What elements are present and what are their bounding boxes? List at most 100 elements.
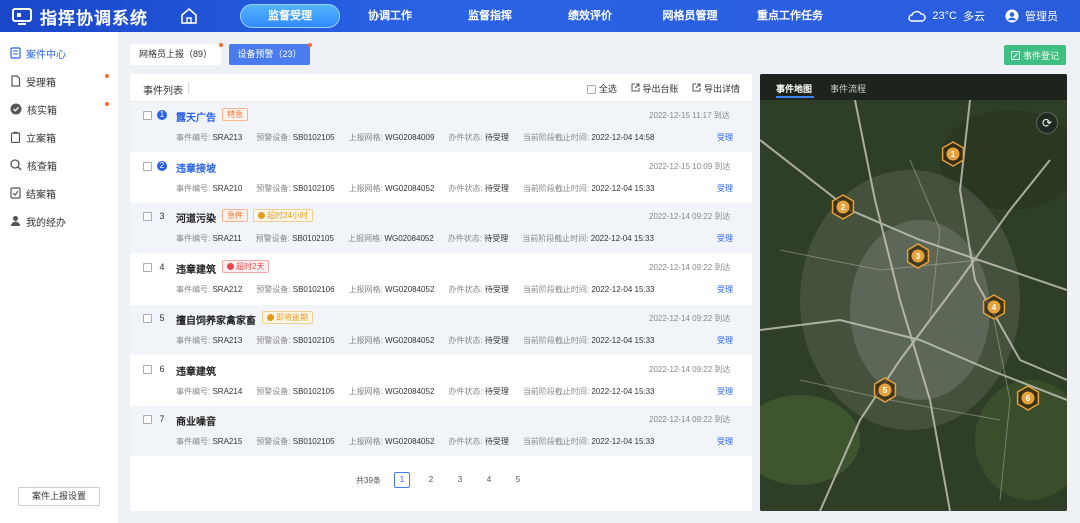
notification-dot xyxy=(308,43,313,47)
report-settings-button[interactable]: 案件上报设置 xyxy=(18,487,100,506)
table-row[interactable]: 3 河道污染 急件 超时24小时 2022-12-14 09:22 到达 事件编号: SR… xyxy=(130,203,752,254)
row-checkbox[interactable] xyxy=(143,161,152,171)
accept-link[interactable]: 受理 xyxy=(717,335,733,346)
event-code: SRA212 xyxy=(212,285,243,295)
row-number: 4 xyxy=(159,262,165,273)
register-label: 事件登记 xyxy=(1022,50,1059,61)
sidebar-item-filing-box[interactable]: 立案箱 xyxy=(0,123,118,151)
accept-link[interactable]: 受理 xyxy=(717,386,733,397)
notification-dot xyxy=(105,102,109,106)
grid-label: 上报网格: xyxy=(348,133,383,142)
nav-coordination[interactable]: 协调工作 xyxy=(340,0,440,32)
code-label: 事件编号: xyxy=(176,386,211,396)
table-row[interactable]: 5 擅自饲养家禽家畜 即将逾期 2022-12-14 09:22 到达 事件编号: SR… xyxy=(130,304,752,355)
page-2[interactable]: 2 xyxy=(423,472,439,488)
satellite-map[interactable]: 1 2 3 4 5 6 xyxy=(760,100,1067,511)
event-title[interactable]: 商业噪音 xyxy=(176,413,216,428)
tab-device-warning[interactable]: 设备预警（23） xyxy=(229,43,313,65)
map-marker[interactable]: 2 xyxy=(831,194,855,220)
accept-link[interactable]: 受理 xyxy=(717,284,733,295)
tab-event-flow[interactable]: 事件流程 xyxy=(830,82,866,95)
table-row[interactable]: 6 违章建筑 2022-12-14 09:22 到达 事件编号: SRA214 预警设备… xyxy=(130,356,752,406)
user-name[interactable]: 管理员 xyxy=(1025,8,1058,24)
accept-link[interactable]: 受理 xyxy=(717,233,733,244)
page-1[interactable]: 1 xyxy=(393,472,410,488)
sidebar-item-review-box[interactable]: 核查箱 xyxy=(0,151,118,179)
event-title[interactable]: 露天广告 xyxy=(176,109,216,124)
deadline-label: 当前阶段截止时间: xyxy=(522,285,590,295)
event-title[interactable]: 违章建筑 xyxy=(176,363,216,378)
device-label: 预警设备: xyxy=(256,285,291,295)
refresh-map-button[interactable]: ⟳ xyxy=(1036,112,1058,134)
map-marker[interactable]: 4 xyxy=(982,294,1006,320)
table-row[interactable]: 2 违章接坡 2022-12-15 10:09 到达 事件编号: SRA210 预警设备… xyxy=(130,153,752,203)
tab-grid-report[interactable]: 网格员上报（89） xyxy=(130,43,224,65)
grid-label: 上报网格: xyxy=(348,386,383,396)
event-title[interactable]: 违章建筑 xyxy=(176,261,216,276)
map-tabs: 事件地图 事件流程 xyxy=(760,74,1067,100)
map-marker[interactable]: 3 xyxy=(906,243,930,269)
sidebar-item-accept-box[interactable]: 受理箱 xyxy=(0,67,118,95)
table-row[interactable]: 7 商业噪音 2022-12-14 09:22 到达 事件编号: SRA215 预警设备… xyxy=(130,406,752,457)
tab-event-map[interactable]: 事件地图 xyxy=(776,82,812,95)
sidebar-item-case-center[interactable]: 案件中心 xyxy=(0,39,118,67)
sidebar-item-my-handled[interactable]: 我的经办 xyxy=(0,207,118,235)
clock-icon xyxy=(267,313,274,321)
pagination: 共39条 1 2 3 4 5 xyxy=(130,472,752,488)
nav-command[interactable]: 监督指挥 xyxy=(440,0,540,32)
home-icon[interactable] xyxy=(180,7,198,25)
event-badges: 特急 xyxy=(222,108,248,121)
export-ledger-button[interactable]: 导出台账 xyxy=(631,82,678,95)
user-avatar-icon[interactable] xyxy=(1005,9,1019,23)
status-value: 待受理 xyxy=(484,386,509,396)
row-checkbox[interactable] xyxy=(143,415,152,425)
list-title: 事件列表 xyxy=(143,86,183,97)
page-3[interactable]: 3 xyxy=(452,472,468,488)
event-title[interactable]: 河道污染 xyxy=(176,210,216,225)
accept-link[interactable]: 受理 xyxy=(717,183,733,194)
accept-link[interactable]: 受理 xyxy=(717,436,733,447)
map-marker[interactable]: 5 xyxy=(873,377,897,403)
register-event-button[interactable]: 事件登记 xyxy=(1004,45,1066,65)
sidebar-item-verify-box[interactable]: 核实箱 xyxy=(0,95,118,123)
event-code: SRA215 xyxy=(212,437,243,447)
select-all-checkbox[interactable] xyxy=(587,85,597,95)
map-marker[interactable]: 1 xyxy=(941,141,965,167)
weather-temp: 23°C xyxy=(932,10,957,22)
nav-performance[interactable]: 绩效评价 xyxy=(540,0,640,32)
check-circle-icon xyxy=(10,103,22,115)
table-row[interactable]: 1 露天广告 特急 2022-12-15 11:17 到达 事件编号: SRA213 预警… xyxy=(130,102,752,152)
sidebar-item-close-box[interactable]: 结案箱 xyxy=(0,179,118,207)
status-label: 办件状态: xyxy=(447,234,483,244)
arrival-time: 2022-12-14 09:22 到达 xyxy=(649,212,731,222)
nav-supervise-accept[interactable]: 监督受理 xyxy=(240,4,340,28)
accept-link[interactable]: 受理 xyxy=(717,132,733,143)
export-detail-button[interactable]: 导出详情 xyxy=(692,82,740,95)
status-badge: 急件 xyxy=(222,209,248,223)
map-marker[interactable]: 6 xyxy=(1016,385,1040,411)
grid-label: 上报网格: xyxy=(348,285,383,295)
event-meta: 事件编号: SRA213 预警设备: SB0102105 上报网格: WG02084… xyxy=(176,132,669,143)
nav-grid-staff[interactable]: 网格员管理 xyxy=(640,0,740,32)
select-all[interactable]: 全选 xyxy=(587,82,617,95)
device-code: SB0102105 xyxy=(292,234,334,244)
row-checkbox[interactable] xyxy=(143,111,152,120)
row-checkbox[interactable] xyxy=(143,364,152,374)
device-label: 预警设备: xyxy=(256,133,291,142)
status-value: 待受理 xyxy=(484,183,509,193)
row-checkbox[interactable] xyxy=(143,212,152,222)
page-5[interactable]: 5 xyxy=(510,472,526,488)
event-title[interactable]: 违章接坡 xyxy=(176,160,216,175)
row-checkbox[interactable] xyxy=(143,263,152,273)
row-number: 6 xyxy=(159,363,165,374)
status-label: 办件状态: xyxy=(448,437,483,447)
event-title[interactable]: 擅自饲养家禽家畜 xyxy=(176,312,256,327)
row-checkbox[interactable] xyxy=(143,313,152,323)
table-row[interactable]: 4 违章建筑 超时2天 2022-12-14 09:22 到达 事件编号: SRA212… xyxy=(130,254,752,304)
page-4[interactable]: 4 xyxy=(481,472,497,488)
nav-key-tasks[interactable]: 重点工作任务 xyxy=(740,0,840,32)
grid-code: WG02084052 xyxy=(385,386,435,396)
clock-icon xyxy=(258,212,265,220)
row-number: 2 xyxy=(157,160,167,171)
event-code: SRA213 xyxy=(212,335,243,345)
